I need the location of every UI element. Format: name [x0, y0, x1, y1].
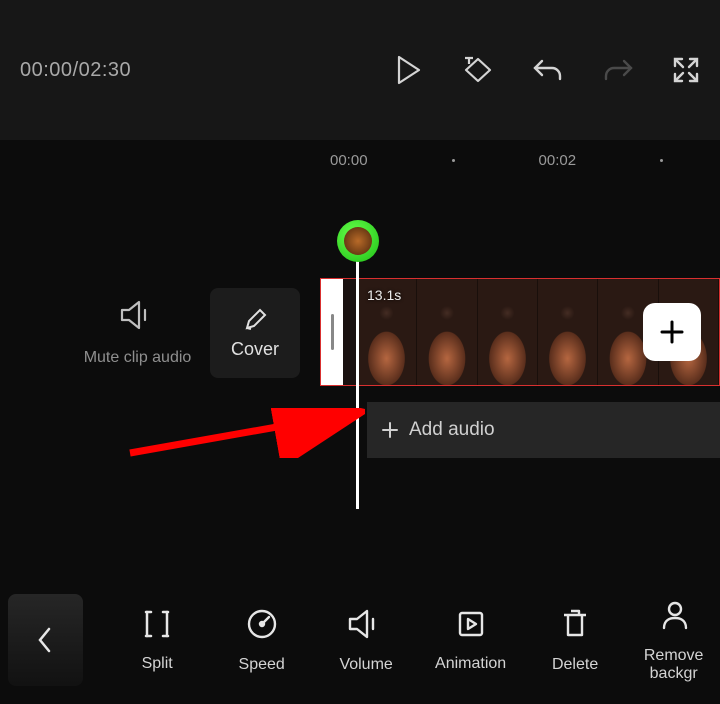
- plus-icon: [381, 421, 399, 439]
- delete-button[interactable]: Delete: [523, 607, 627, 674]
- clip-trim-handle-left[interactable]: [321, 279, 343, 385]
- timeline-ruler[interactable]: 00:00 00:02: [0, 140, 720, 180]
- fullscreen-button[interactable]: [672, 56, 700, 84]
- volume-button[interactable]: Volume: [314, 607, 418, 674]
- tool-label: Animation: [418, 655, 522, 673]
- redo-button[interactable]: [602, 57, 634, 83]
- remove-background-button[interactable]: Remove backgr: [627, 598, 720, 683]
- back-button[interactable]: [8, 594, 83, 686]
- play-button[interactable]: [396, 55, 422, 85]
- ruler-mark: 00:00: [330, 152, 368, 169]
- chevron-left-icon: [35, 625, 55, 655]
- split-button[interactable]: Split: [105, 608, 209, 673]
- ruler-dot: [660, 159, 663, 162]
- video-clip[interactable]: 13.1s: [320, 278, 720, 386]
- mute-clip-audio-button[interactable]: Mute clip audio: [70, 298, 205, 369]
- add-audio-button[interactable]: Add audio: [367, 402, 720, 458]
- undo-button[interactable]: [532, 57, 564, 83]
- speed-button[interactable]: Speed: [209, 607, 313, 674]
- speed-icon: [245, 607, 279, 641]
- tool-label: Remove backgr: [627, 647, 720, 683]
- split-icon: [142, 608, 172, 640]
- thumbnail: [417, 279, 477, 385]
- playhead-knob[interactable]: [337, 220, 379, 262]
- person-icon: [657, 598, 691, 632]
- thumbnail: [478, 279, 538, 385]
- ruler-mark: 00:02: [539, 152, 577, 169]
- add-clip-button[interactable]: [643, 303, 701, 361]
- total-time: 02:30: [79, 59, 132, 81]
- speaker-icon: [118, 298, 158, 332]
- timecode: 00:00/02:30: [20, 59, 131, 82]
- tool-label: Volume: [314, 656, 418, 674]
- trash-icon: [560, 607, 590, 641]
- current-time: 00:00: [20, 59, 73, 81]
- ruler-dot: [452, 159, 455, 162]
- animation-button[interactable]: Animation: [418, 608, 522, 673]
- playhead-line[interactable]: [356, 254, 359, 509]
- bottom-toolbar: Split Speed Volume Animation Delete Remo…: [0, 576, 720, 704]
- pencil-icon: [242, 307, 268, 333]
- cover-button[interactable]: Cover: [210, 288, 300, 378]
- volume-icon: [346, 607, 386, 641]
- mute-label: Mute clip audio: [70, 347, 205, 369]
- plus-icon: [657, 317, 687, 347]
- tool-label: Split: [105, 655, 209, 673]
- cover-label: Cover: [231, 339, 279, 360]
- clip-duration: 13.1s: [367, 287, 401, 303]
- tool-label: Delete: [523, 656, 627, 674]
- animation-icon: [455, 608, 487, 640]
- add-audio-label: Add audio: [409, 419, 495, 441]
- tool-label: Speed: [209, 656, 313, 674]
- annotation-arrow: [125, 408, 365, 458]
- top-toolbar: 00:00/02:30: [0, 0, 720, 140]
- keyframe-button[interactable]: [460, 55, 494, 85]
- thumbnail: [538, 279, 598, 385]
